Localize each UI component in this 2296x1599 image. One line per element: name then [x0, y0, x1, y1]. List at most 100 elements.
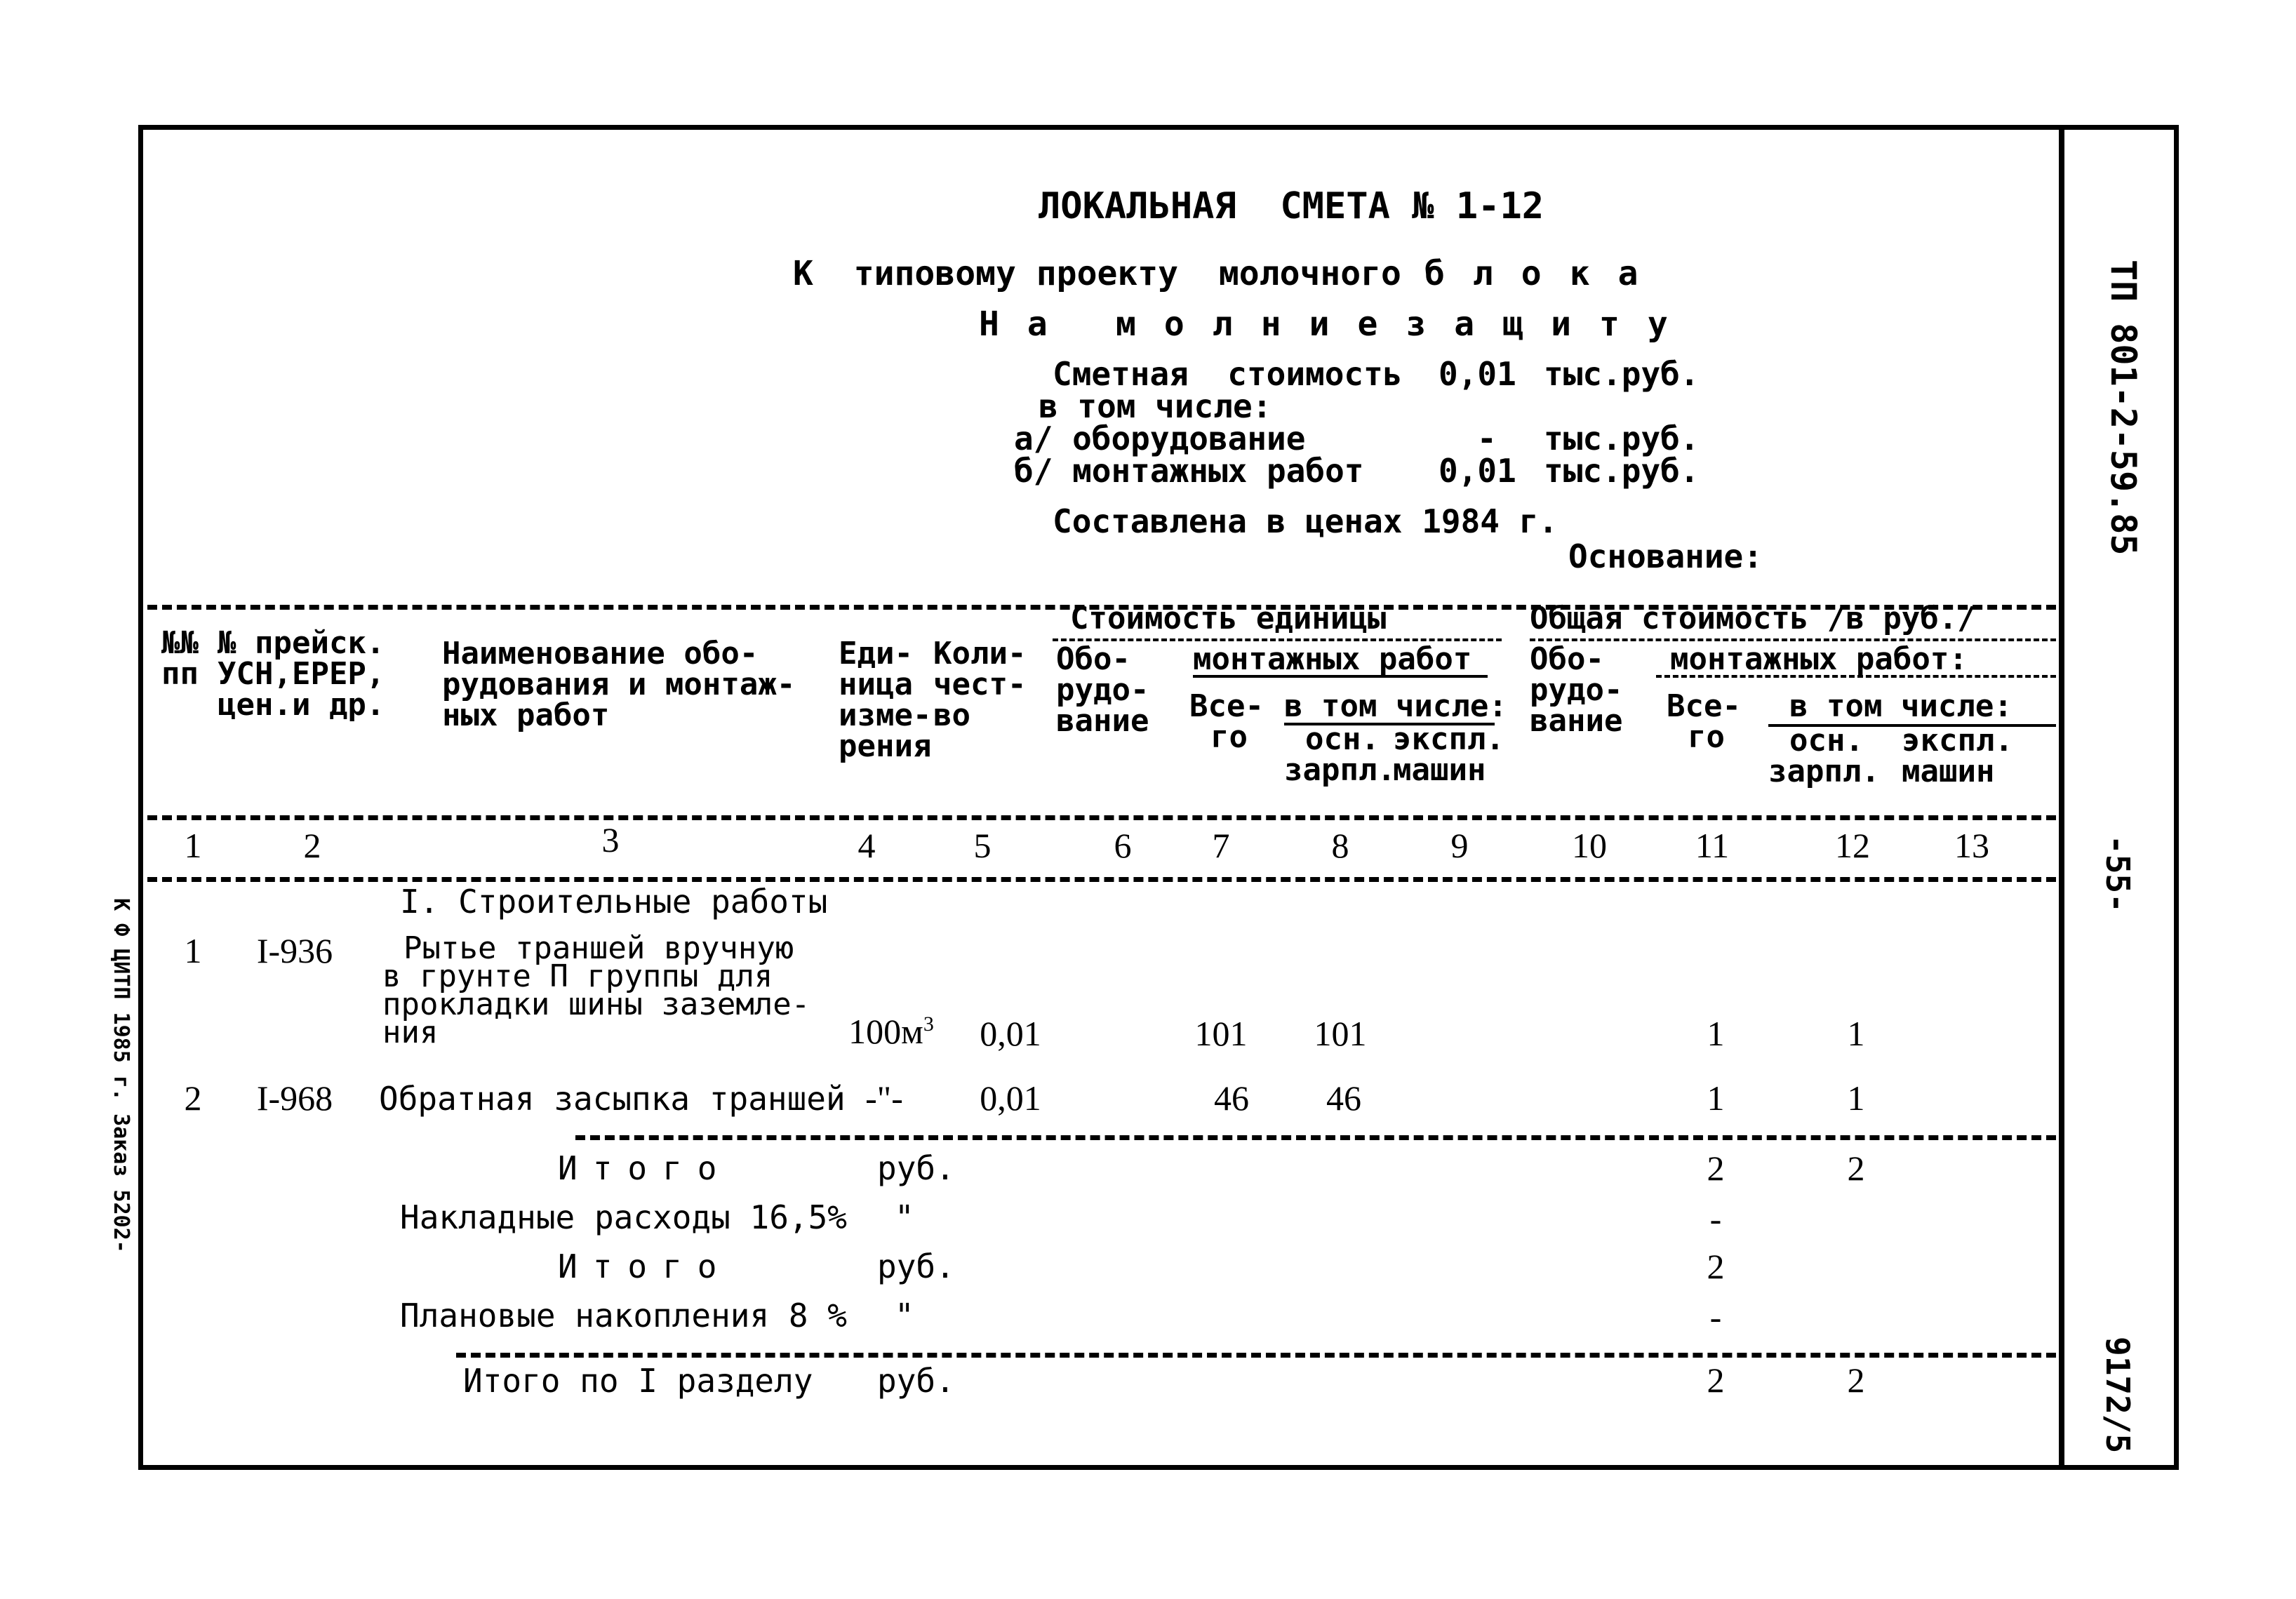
summary-unit: руб.	[877, 1247, 955, 1285]
header-col-5-line: во	[933, 697, 970, 733]
header-total-incl: в том числе:	[1789, 688, 2013, 724]
summary-unit: "	[895, 1198, 914, 1236]
column-numbers-top-rule	[147, 815, 2056, 820]
row-code: I-936	[256, 931, 333, 970]
header-col-11-line: го	[1688, 719, 1725, 755]
object-prefix: На	[979, 305, 1076, 344]
document-title: ЛОКАЛЬНАЯ СМЕТА № 1-12	[1039, 185, 1544, 227]
summary-unit: руб.	[877, 1362, 955, 1400]
column-numbers-bottom-rule	[147, 877, 2056, 882]
header-col-3: Наименование обо-рудования и монтаж-ных …	[442, 638, 795, 731]
header-unit-incl: в том числе:	[1284, 688, 1507, 724]
prices-note: Составлена в ценах 1984 г.	[1053, 502, 1559, 540]
row-unit-wages: 101	[1314, 1014, 1367, 1053]
estimated-cost-value: 0,01	[1439, 355, 1516, 393]
summary-wages: 2	[1847, 1360, 1865, 1400]
summary-total: -	[1709, 1199, 1722, 1238]
basis-label: Основание:	[1568, 537, 1763, 575]
summary-label: Итого	[558, 1247, 733, 1285]
header-total-install-group: монтажных работ:	[1670, 641, 1968, 677]
sheet-code: 9172/5	[2099, 1337, 2137, 1454]
summary-top-rule	[575, 1135, 2056, 1140]
row-name-line: прокладки шины заземле-	[382, 986, 810, 1022]
header-col-8: осн. зарпл.	[1284, 724, 1396, 786]
page-number: -55-	[2099, 835, 2137, 913]
unit-install-group-rule	[1193, 675, 1488, 678]
header-col-12: осн. зарпл.	[1768, 725, 1880, 787]
header-col-4-line: рения	[839, 728, 932, 764]
installation-value: 0,01	[1439, 452, 1516, 490]
header-col-4: Еди-ница изме-рения	[839, 638, 931, 762]
equipment-label: а/ оборудование	[1014, 420, 1306, 457]
estimated-cost-label: Сметная стоимость	[1053, 355, 1403, 393]
summary-label: Итого	[558, 1149, 733, 1187]
project-code-stamp: ТП 801-2-59.85	[2103, 260, 2144, 556]
row-total: 1	[1707, 1078, 1725, 1118]
header-col-1: №№ пп	[161, 628, 199, 690]
including-label: в том числе:	[1039, 387, 1272, 425]
header-col-2-line: цен.и др.	[218, 687, 385, 723]
row-number: 1	[184, 931, 202, 970]
installation-unit: тыс.руб.	[1544, 452, 1700, 490]
stamp-column-divider	[2059, 125, 2064, 1470]
row-unit-superscript: 3	[923, 1012, 934, 1036]
row-name: Обратная засыпка траншей	[379, 1080, 846, 1118]
summary-total: 2	[1707, 1247, 1725, 1286]
header-col-10: Обо-рудо-вание	[1530, 644, 1622, 737]
row-unit-total: 46	[1214, 1078, 1249, 1118]
summary-label: Итого по I разделу	[463, 1362, 813, 1400]
column-number: 6	[1114, 826, 1132, 865]
header-col-9-line: машин	[1393, 752, 1486, 788]
row-code: I-968	[256, 1078, 333, 1118]
row-total-wages: 1	[1847, 1014, 1865, 1053]
estimated-cost-unit: тыс.руб.	[1544, 355, 1700, 393]
header-col-8-line: зарпл.	[1284, 752, 1396, 788]
header-col-12-line: зарпл.	[1768, 754, 1880, 789]
row-qty: 0,01	[980, 1014, 1041, 1053]
row-name: Рытье траншей вручную в грунте П группы д…	[382, 933, 810, 1048]
row-unit-wages: 46	[1326, 1078, 1361, 1118]
equipment-unit: тыс.руб.	[1544, 420, 1700, 457]
object-name: молниезащиту	[1116, 305, 1696, 344]
column-number: 10	[1572, 826, 1607, 865]
column-number: 9	[1450, 826, 1469, 865]
total-install-group-rule	[1656, 675, 2056, 678]
section-title: I. Строительные работы	[400, 883, 828, 921]
summary-total: 2	[1707, 1149, 1725, 1188]
header-col-6: Обо-рудо-вание	[1056, 644, 1149, 737]
header-col-9: экспл. машин	[1393, 724, 1504, 786]
column-number: 12	[1835, 826, 1870, 865]
header-col-7: Все-го	[1189, 691, 1264, 753]
header-col-13: экспл. машин	[1902, 725, 2013, 787]
row-name-line: ния	[382, 1015, 439, 1050]
column-number: 1	[184, 826, 202, 865]
row-number: 2	[184, 1078, 202, 1118]
header-col-1-line: пп	[161, 656, 199, 692]
row-unit: 100м3	[848, 1012, 934, 1050]
printer-note: К Ф ЦИТП 1985 г. Заказ 5202-	[109, 898, 133, 1253]
installation-label: б/ монтажных работ	[1014, 452, 1364, 490]
column-number: 13	[1954, 826, 1989, 865]
column-number: 2	[303, 826, 321, 865]
row-unit-total: 101	[1194, 1014, 1248, 1053]
header-col-6-line: вание	[1056, 703, 1149, 739]
row-unit: -"-	[865, 1078, 903, 1118]
summary-total: 2	[1707, 1360, 1725, 1400]
summary-unit: руб.	[877, 1149, 955, 1187]
header-unit-install-group: монтажных работ	[1193, 641, 1472, 677]
subtitle-prefix: К типовому проекту молочного	[793, 254, 1401, 293]
summary-total: -	[1709, 1297, 1722, 1337]
header-col-5: Коли-чест-во	[933, 638, 1026, 731]
column-number: 4	[857, 826, 876, 865]
column-number: 11	[1695, 826, 1730, 865]
header-col-3-line: ных работ	[442, 697, 610, 733]
column-number: 3	[601, 820, 620, 859]
summary-label: Накладные расходы 16,5%	[400, 1198, 847, 1236]
column-number: 5	[973, 826, 992, 865]
subtitle-block: блока	[1424, 254, 1667, 293]
summary-wages: 2	[1847, 1149, 1865, 1188]
header-col-7-line: го	[1210, 719, 1248, 755]
section-total-rule	[456, 1353, 2056, 1358]
header-col-13-line: машин	[1902, 754, 1995, 789]
header-unit-cost-group: Стоимость единицы	[1070, 601, 1387, 636]
